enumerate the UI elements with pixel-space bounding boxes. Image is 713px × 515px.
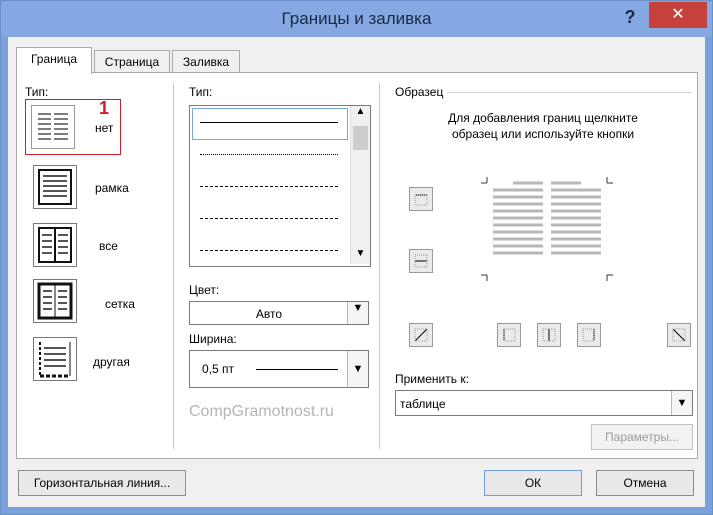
title-bar: Границы и заливка ? ✕ — [1, 1, 712, 37]
setting-box-button[interactable] — [33, 165, 77, 209]
horizontal-line-button[interactable]: Горизонтальная линия... — [18, 470, 186, 496]
color-label: Цвет: — [189, 283, 220, 297]
preview-label: Образец — [395, 85, 444, 99]
line-dash-dot[interactable] — [200, 250, 338, 251]
style-list-selected — [192, 108, 348, 140]
border-right-icon — [582, 328, 595, 342]
tab-page-label: Страница — [104, 55, 160, 69]
tab-border[interactable]: Граница — [16, 47, 92, 74]
chevron-down-icon[interactable]: ▼ — [671, 391, 692, 415]
border-inside-v-button[interactable] — [537, 323, 561, 347]
chevron-down-icon[interactable]: ▼ — [347, 351, 368, 387]
width-sample-line — [256, 369, 338, 370]
color-select[interactable]: Авто ▼ — [189, 301, 369, 325]
options-button[interactable]: Параметры... — [591, 424, 693, 450]
width-select[interactable]: 0,5 пт ▼ — [189, 350, 369, 388]
table-grid-icon — [37, 282, 73, 320]
border-right-button[interactable] — [577, 323, 601, 347]
style-list[interactable]: ▲ ▼ — [189, 105, 371, 267]
border-inside-h-button[interactable] — [409, 249, 433, 273]
preview-group-line — [447, 92, 691, 93]
apply-to-label: Применить к: — [395, 372, 469, 386]
width-label: Ширина: — [189, 332, 237, 346]
setting-grid-label: сетка — [105, 297, 135, 311]
border-top-button[interactable] — [409, 187, 433, 211]
chevron-down-icon[interactable]: ▼ — [347, 302, 368, 324]
apply-to-value: таблице — [400, 397, 446, 411]
preview-hint-1: Для добавления границ щелкните — [448, 111, 638, 125]
border-top-icon — [414, 194, 428, 206]
line-dotted[interactable] — [200, 154, 338, 155]
tab-shading-label: Заливка — [182, 55, 230, 69]
diagonal-up-icon — [414, 328, 428, 342]
ok-button[interactable]: ОК — [484, 470, 582, 496]
preview-area[interactable] — [477, 169, 617, 289]
tab-panel: Тип: нет 1 рамка все сетка другая Тип: ▲… — [16, 72, 698, 459]
table-none-icon — [38, 113, 68, 140]
line-dashed-small[interactable] — [200, 186, 338, 187]
tab-border-label: Граница — [30, 52, 78, 66]
column-separator-1 — [173, 83, 174, 449]
cancel-button[interactable]: Отмена — [596, 470, 694, 496]
setting-none-button[interactable] — [31, 105, 75, 149]
preview-hint-2: образец или используйте кнопки — [451, 127, 635, 141]
scroll-thumb[interactable] — [353, 126, 368, 150]
table-box-icon — [38, 169, 72, 205]
setting-grid-button[interactable] — [33, 279, 77, 323]
tab-page[interactable]: Страница — [94, 50, 170, 73]
setting-box-label: рамка — [95, 181, 129, 195]
setting-custom-label: другая — [93, 355, 130, 369]
dialog-title: Границы и заливка — [281, 9, 432, 28]
table-custom-icon — [39, 342, 71, 378]
setting-custom-button[interactable] — [33, 337, 77, 381]
border-inside-vertical-icon — [542, 328, 556, 342]
close-button[interactable]: ✕ — [649, 2, 707, 28]
style-scrollbar[interactable]: ▲ ▼ — [350, 106, 370, 264]
style-label: Тип: — [189, 85, 213, 99]
column-separator-2 — [379, 83, 380, 449]
scroll-down-icon[interactable]: ▼ — [351, 248, 370, 264]
diagonal-down-icon — [672, 328, 686, 342]
callout-1: 1 — [99, 98, 110, 118]
tab-shading[interactable]: Заливка — [172, 50, 240, 73]
dialog-window: Границы и заливка ? ✕ Граница Страница З… — [0, 0, 713, 515]
setting-all-button[interactable] — [33, 223, 77, 267]
line-solid[interactable] — [200, 122, 338, 123]
table-all-icon — [38, 227, 72, 263]
border-left-button[interactable] — [497, 323, 521, 347]
line-dashed[interactable] — [200, 218, 338, 219]
border-left-icon — [503, 328, 516, 342]
width-value: 0,5 пт — [202, 362, 235, 376]
border-inside-horizontal-icon — [414, 254, 428, 268]
setting-label: Тип: — [25, 85, 49, 99]
watermark-text: CompGramotnost.ru — [189, 403, 334, 420]
color-value: Авто — [255, 307, 283, 321]
border-diagonal-up-button[interactable] — [409, 323, 433, 347]
dialog-body: Граница Страница Заливка Тип: нет 1 рамк… — [8, 37, 705, 507]
border-diagonal-down-button[interactable] — [667, 323, 691, 347]
apply-to-select[interactable]: таблице ▼ — [395, 390, 693, 416]
setting-all-label: все — [99, 239, 118, 253]
help-button[interactable]: ? — [617, 5, 643, 29]
scroll-up-icon[interactable]: ▲ — [351, 106, 370, 122]
setting-none-label: нет — [95, 121, 114, 135]
